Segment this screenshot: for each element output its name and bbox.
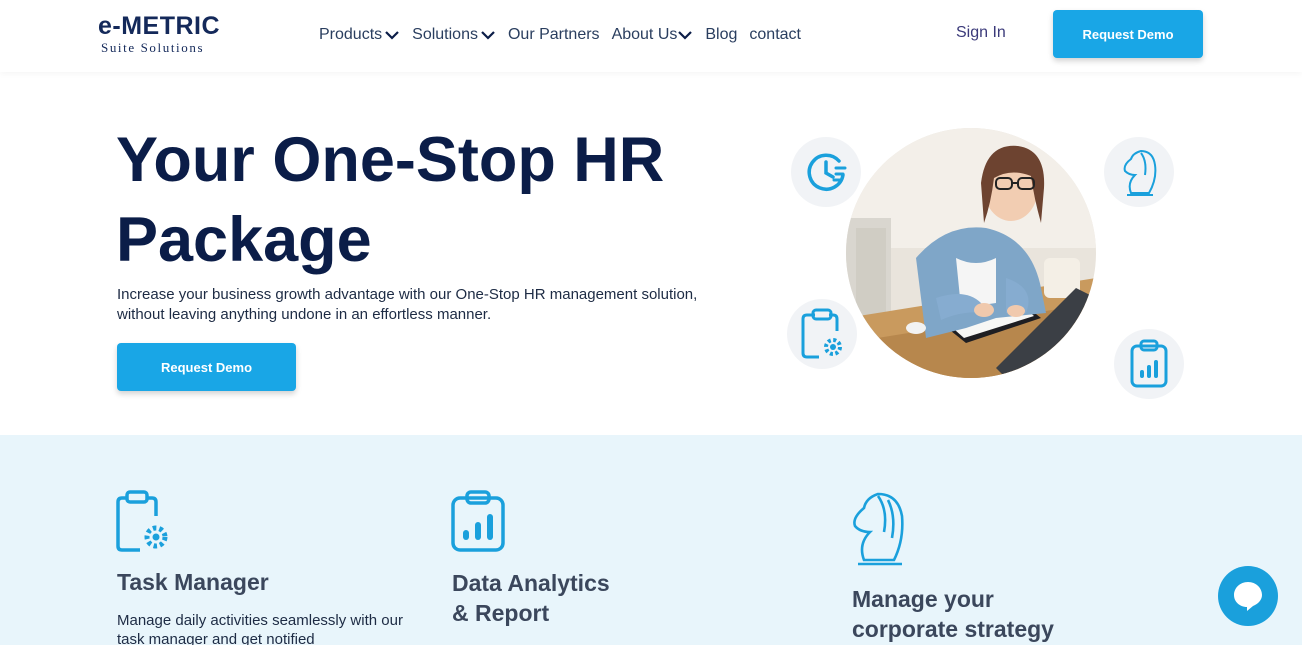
hero-bubble-knight <box>1104 137 1174 207</box>
feature-title-data-analytics: Data Analytics & Report <box>452 568 610 628</box>
feature-title-line: Task Manager <box>117 569 269 595</box>
feature-title-line: Data Analytics <box>452 570 610 596</box>
feature-title-line: & Report <box>452 600 550 626</box>
chevron-down-icon <box>678 31 693 40</box>
clock-icon <box>807 153 847 191</box>
nav-item-solutions[interactable]: Solutions <box>412 26 496 44</box>
hero-bubble-clock <box>791 137 861 207</box>
feature-title-line: Manage your <box>852 586 994 612</box>
hero-photo <box>846 128 1096 378</box>
clipboard-gear-icon <box>116 490 168 552</box>
brand-logo[interactable]: e-METRIC Suite Solutions <box>98 12 228 56</box>
feature-description-task-manager: Manage daily activities seamlessly with … <box>117 612 403 645</box>
nav-item-label: Blog <box>705 26 738 43</box>
clipboard-chart-icon <box>1130 339 1168 388</box>
site-header: e-METRIC Suite Solutions Products Soluti… <box>0 0 1302 72</box>
hero-description: Increase your business growth advantage … <box>117 286 698 323</box>
hero-title: Your One-Stop HR Package <box>116 120 736 280</box>
clipboard-gear-icon <box>801 308 842 359</box>
chess-knight-icon <box>853 492 904 566</box>
header-request-demo-button[interactable]: Request Demo <box>1053 10 1203 58</box>
nav-item-contact[interactable]: contact <box>749 26 801 44</box>
hero-bubble-analytics <box>1114 329 1184 399</box>
nav-item-about-us[interactable]: About Us <box>612 26 694 44</box>
hero-title-line2: Package <box>116 205 372 275</box>
logo-main-text: e-METRIC <box>98 12 221 40</box>
chat-icon <box>1234 582 1262 611</box>
logo-sub-text: Suite Solutions <box>101 40 205 55</box>
chevron-down-icon <box>481 31 495 40</box>
nav-item-products[interactable]: Products <box>319 26 400 44</box>
hero-bubble-task <box>787 299 857 369</box>
chat-widget-button[interactable] <box>1218 566 1278 626</box>
features-section: Task Manager Manage daily activities sea… <box>0 435 1302 645</box>
nav-item-label: Products <box>319 26 383 43</box>
nav-item-label: About Us <box>611 26 678 43</box>
sign-in-link[interactable]: Sign In <box>956 24 1006 42</box>
chess-knight-icon <box>1123 149 1157 196</box>
nav-item-label: Our Partners <box>507 26 600 43</box>
main-nav: Products Solutions Our Partners About Us… <box>319 24 813 46</box>
nav-item-label: Solutions <box>412 26 478 43</box>
woman-writing-illustration <box>846 128 1096 378</box>
feature-title-corporate-strategy: Manage your corporate strategy <box>852 584 1054 644</box>
feature-title-line: corporate strategy <box>852 616 1054 642</box>
hero-request-demo-button[interactable]: Request Demo <box>117 343 296 391</box>
nav-item-label: contact <box>749 26 801 43</box>
nav-item-blog[interactable]: Blog <box>705 26 737 44</box>
feature-title-task-manager: Task Manager <box>117 567 269 597</box>
hero-title-line1: Your One-Stop HR <box>116 125 665 195</box>
chevron-down-icon <box>385 31 399 40</box>
nav-item-our-partners[interactable]: Our Partners <box>508 26 600 44</box>
clipboard-chart-icon <box>451 490 505 552</box>
